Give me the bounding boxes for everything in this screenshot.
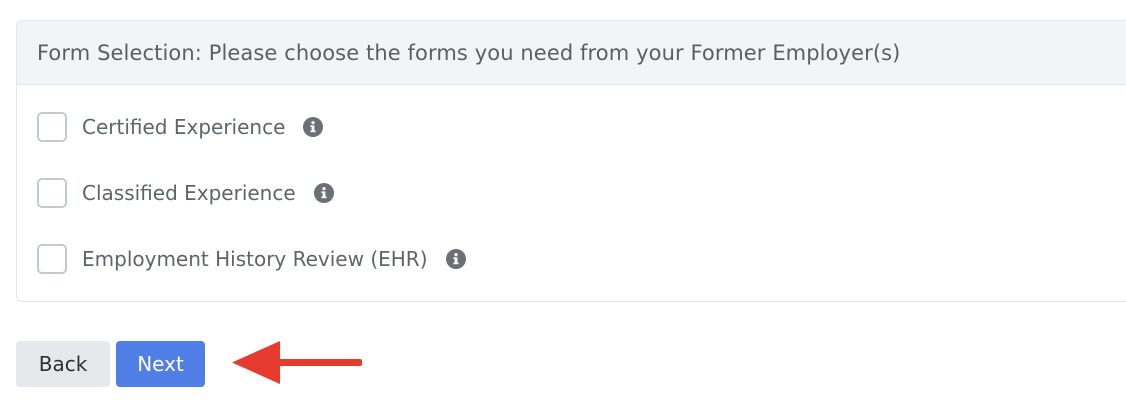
option-employment-history-review[interactable]: Employment History Review (EHR) (37, 242, 466, 276)
next-button[interactable]: Next (116, 341, 205, 387)
option-classified-experience[interactable]: Classified Experience (37, 176, 334, 210)
info-icon[interactable] (445, 249, 466, 269)
checkbox-certified-experience[interactable] (37, 112, 67, 142)
option-certified-experience[interactable]: Certified Experience (37, 110, 324, 144)
panel-header: Form Selection: Please choose the forms … (17, 21, 1126, 85)
arrow-left-icon (232, 341, 362, 384)
info-icon[interactable] (313, 183, 334, 203)
form-selection-panel: Form Selection: Please choose the forms … (16, 20, 1126, 302)
back-button[interactable]: Back (16, 341, 110, 387)
info-icon[interactable] (303, 117, 324, 137)
option-label[interactable]: Classified Experience (82, 181, 296, 205)
checkbox-employment-history-review[interactable] (37, 244, 67, 274)
option-label[interactable]: Certified Experience (82, 115, 285, 139)
option-label[interactable]: Employment History Review (EHR) (82, 247, 428, 271)
checkbox-classified-experience[interactable] (37, 178, 67, 208)
panel-title: Form Selection: Please choose the forms … (37, 40, 901, 65)
